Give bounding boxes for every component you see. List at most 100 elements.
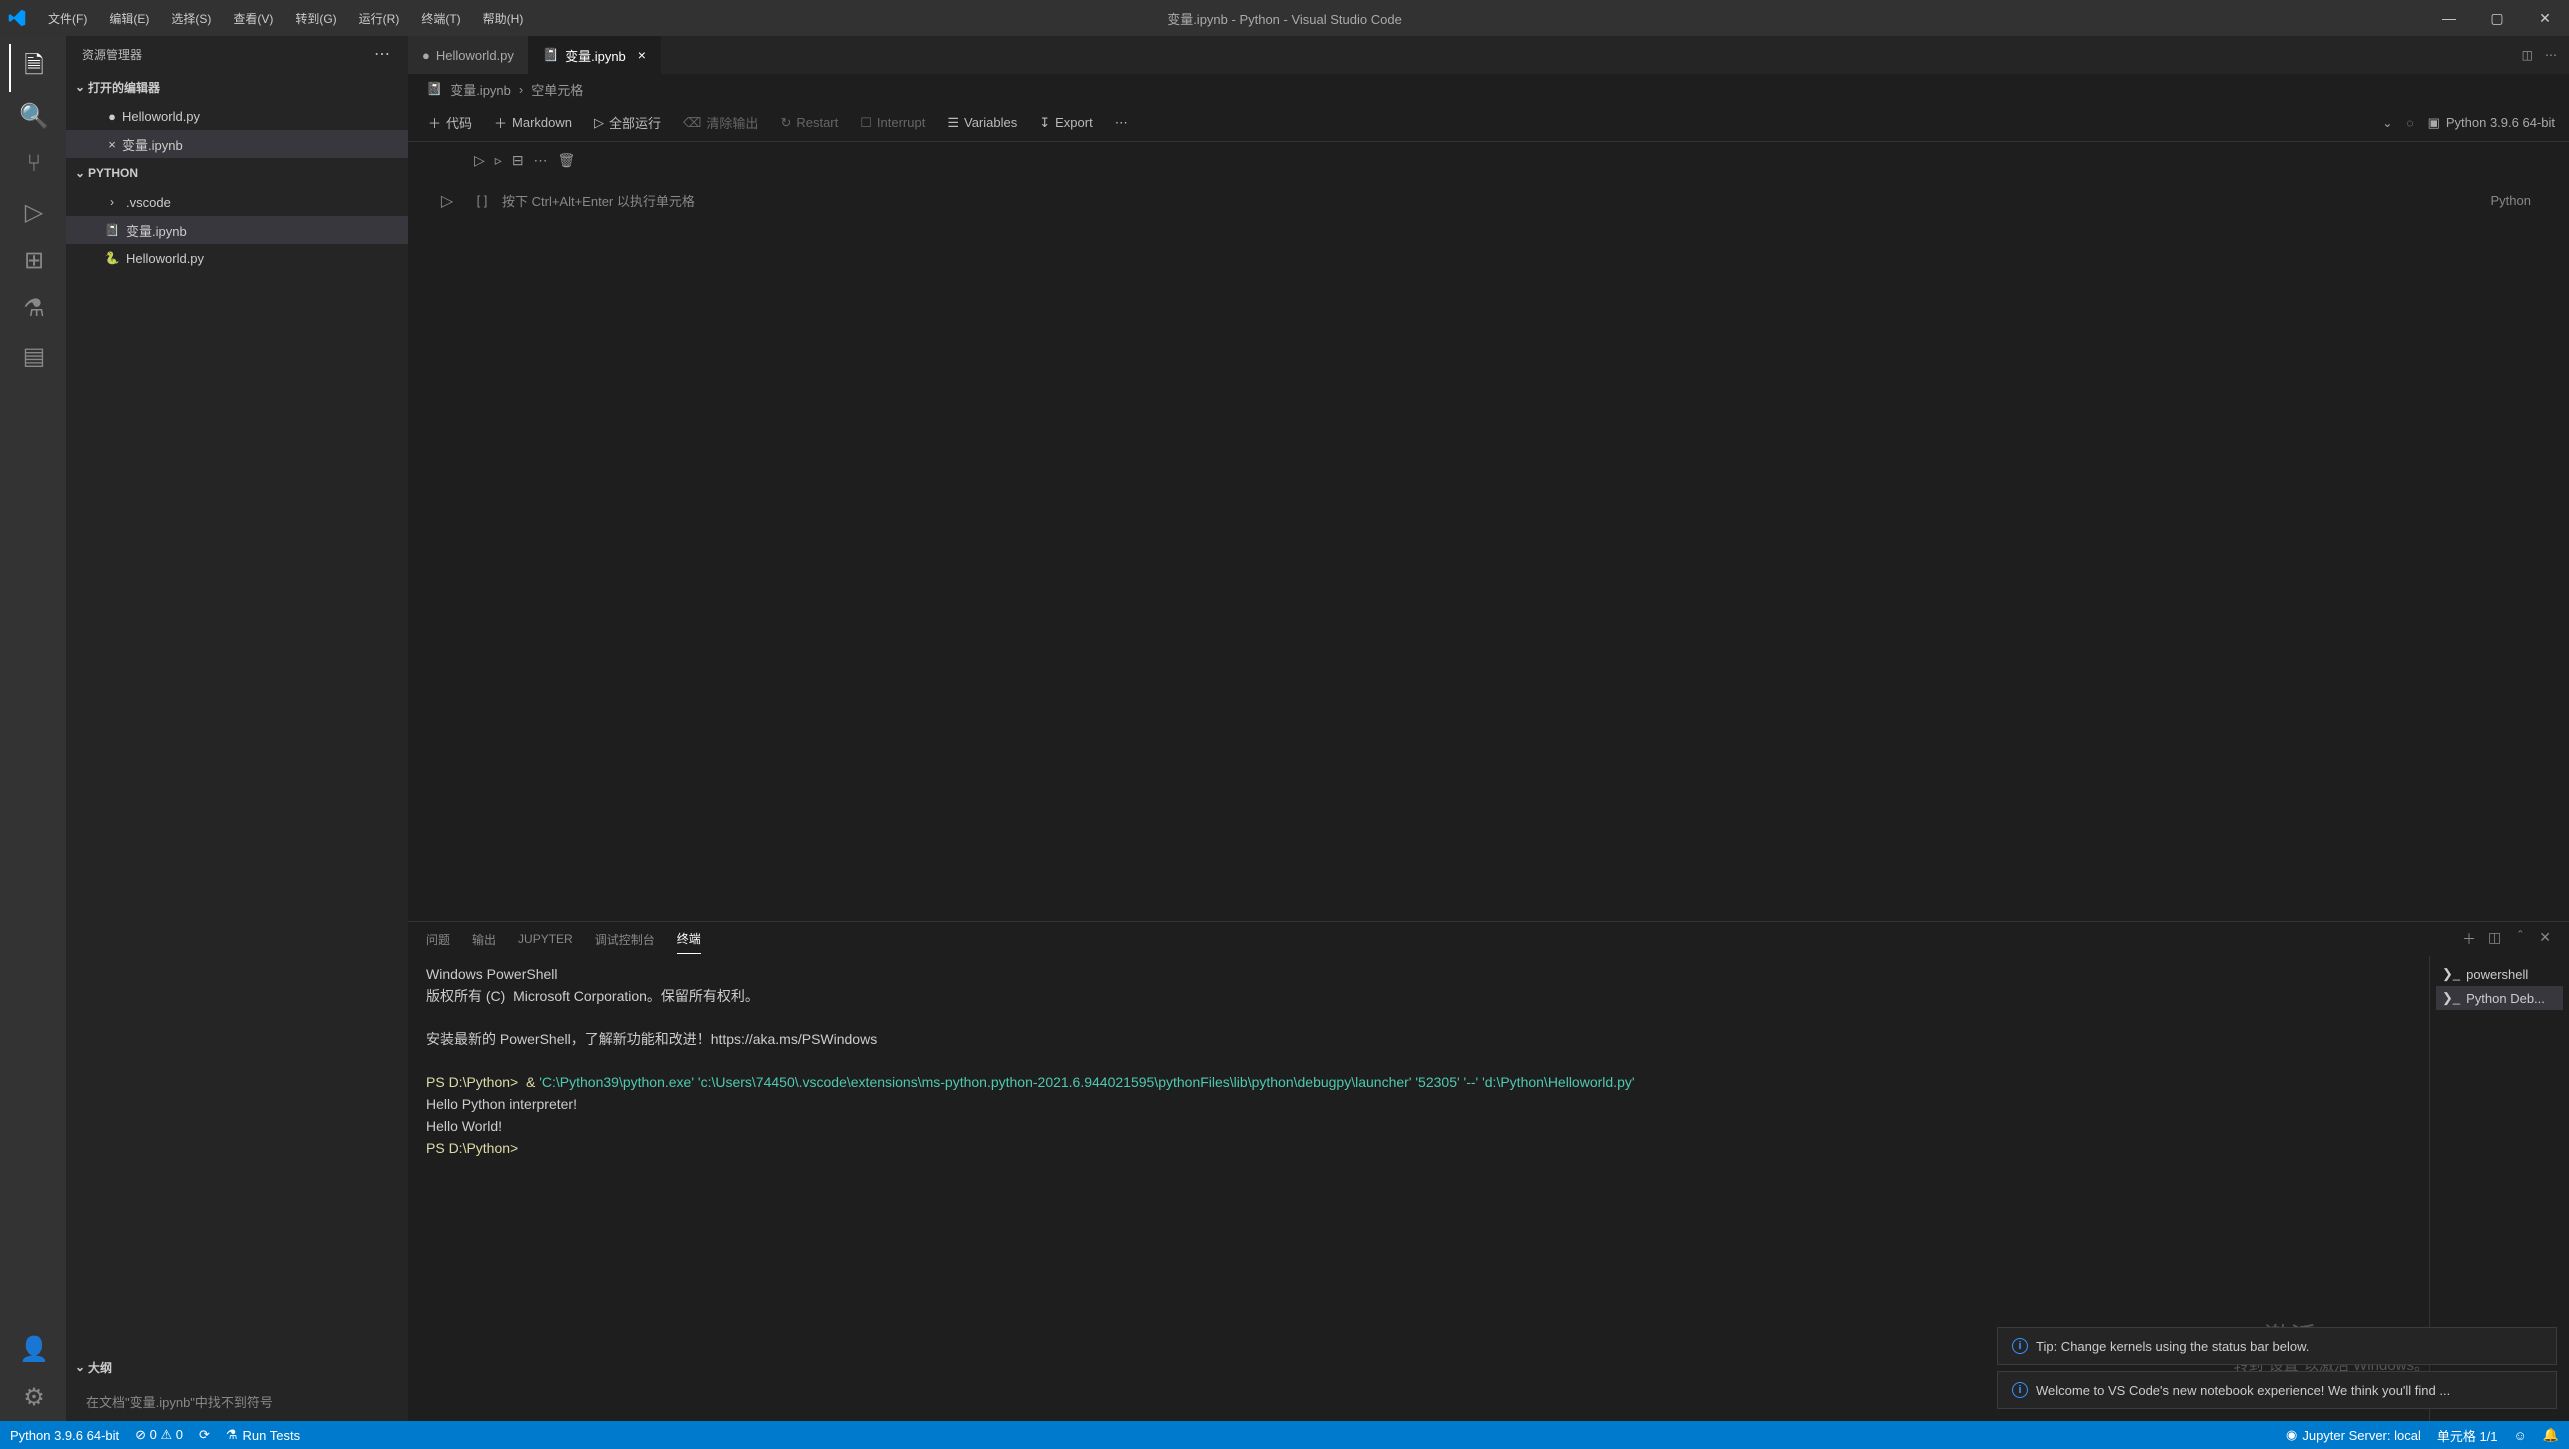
run-debug-icon[interactable]: ▷ xyxy=(9,188,57,236)
beaker-icon: ⚗ xyxy=(226,1427,238,1443)
panel-tab-output[interactable]: 输出 xyxy=(472,925,496,954)
restart-kernel-button[interactable]: ↻Restart xyxy=(774,111,844,135)
account-icon[interactable]: 👤 xyxy=(9,1325,57,1373)
notification-toast[interactable]: i Tip: Change kernels using the status b… xyxy=(1997,1327,2557,1365)
chevron-down-icon[interactable]: ⌄ xyxy=(2382,116,2392,130)
kernel-selector[interactable]: ▣ Python 3.9.6 64-bit xyxy=(2428,115,2555,131)
notebook-cell[interactable]: ▷ [ ] 按下 Ctrl+Alt+Enter 以执行单元格 Python xyxy=(408,179,2569,222)
notification-message: Welcome to VS Code's new notebook experi… xyxy=(2036,1383,2450,1398)
open-editor-label: 变量.ipynb xyxy=(122,135,183,154)
close-icon[interactable]: × xyxy=(102,137,122,152)
new-terminal-icon[interactable]: ＋ xyxy=(2462,923,2476,955)
close-button[interactable]: ✕ xyxy=(2521,0,2569,36)
restart-icon: ↻ xyxy=(780,115,791,131)
explorer-icon[interactable]: 🗎 xyxy=(9,44,57,92)
tree-item-label: Helloworld.py xyxy=(126,251,204,266)
open-editors-header[interactable]: ⌄打开的编辑器 xyxy=(66,72,408,102)
tree-item-label: .vscode xyxy=(126,195,171,210)
terminal-list-item[interactable]: ❯_Python Deb... xyxy=(2436,986,2563,1010)
breadcrumb[interactable]: 📓 变量.ipynb › 空单元格 xyxy=(408,74,2569,104)
breadcrumb-item[interactable]: 变量.ipynb xyxy=(450,80,511,99)
terminal-list-item[interactable]: ❯_powershell xyxy=(2436,962,2563,986)
panel-tab-problems[interactable]: 问题 xyxy=(426,925,450,954)
run-all-button[interactable]: ▷全部运行 xyxy=(588,109,667,136)
open-editor-label: Helloworld.py xyxy=(122,109,200,124)
status-run-tests[interactable]: ⚗Run Tests xyxy=(226,1427,300,1443)
panel-tab-terminal[interactable]: 终端 xyxy=(677,924,701,954)
panel-tab-jupyter[interactable]: JUPYTER xyxy=(518,926,573,952)
status-notifications-icon[interactable]: 🔔 xyxy=(2543,1427,2559,1443)
folder-item[interactable]: › .vscode xyxy=(66,188,408,216)
plus-icon: ＋ xyxy=(428,113,441,132)
cell-toolbar: ▷ ▹ ⊟ ⋯ 🗑 xyxy=(408,142,2569,179)
testing-icon[interactable]: ⚗ xyxy=(9,284,57,332)
status-feedback-icon[interactable]: ☺ xyxy=(2514,1428,2527,1443)
clear-output-button[interactable]: ⌫清除输出 xyxy=(677,109,764,136)
python-file-icon: 🐍 xyxy=(102,251,122,265)
maximize-button[interactable]: ▢ xyxy=(2473,0,2521,36)
stop-icon: ☐ xyxy=(860,115,872,131)
maximize-panel-icon[interactable]: ＾ xyxy=(2513,923,2527,955)
menu-view[interactable]: 查看(V) xyxy=(223,4,283,33)
cell-editor[interactable]: 按下 Ctrl+Alt+Enter 以执行单元格 xyxy=(502,183,2491,218)
extensions-icon[interactable]: ⊞ xyxy=(9,236,57,284)
source-control-icon[interactable]: ⑂ xyxy=(9,140,57,188)
close-icon[interactable]: × xyxy=(638,47,646,63)
menu-go[interactable]: 转到(G) xyxy=(285,4,346,33)
terminal-icon: ❯_ xyxy=(2442,990,2460,1006)
more-toolbar-icon[interactable]: ⋯ xyxy=(1109,111,1134,135)
variables-button[interactable]: ☰Variables xyxy=(941,111,1023,135)
jupyter-icon[interactable]: ▤ xyxy=(9,332,57,380)
split-cell-icon[interactable]: ⊟ xyxy=(512,152,524,169)
breadcrumb-item[interactable]: 空单元格 xyxy=(531,80,583,99)
split-terminal-icon[interactable]: ◫ xyxy=(2488,923,2501,955)
kernel-status-icon: ◌ xyxy=(2406,116,2413,130)
open-editor-item[interactable]: ● Helloworld.py xyxy=(66,102,408,130)
settings-gear-icon[interactable]: ⚙ xyxy=(9,1373,57,1421)
tab-label: Helloworld.py xyxy=(436,48,514,63)
menu-terminal[interactable]: 终端(T) xyxy=(411,4,470,33)
editor-tab[interactable]: ● Helloworld.py xyxy=(408,36,529,74)
split-editor-icon[interactable]: ◫ xyxy=(2522,48,2533,62)
minimize-button[interactable]: — xyxy=(2425,0,2473,36)
menu-file[interactable]: 文件(F) xyxy=(38,4,97,33)
more-actions-icon[interactable]: ⋯ xyxy=(2545,48,2557,62)
notification-toast[interactable]: i Welcome to VS Code's new notebook expe… xyxy=(1997,1371,2557,1409)
vscode-logo-icon xyxy=(0,9,34,27)
cell-more-icon[interactable]: ⋯ xyxy=(534,152,548,169)
menu-run[interactable]: 运行(R) xyxy=(349,4,410,33)
menu-edit[interactable]: 编辑(E) xyxy=(99,4,159,33)
status-python-version[interactable]: Python 3.9.6 64-bit xyxy=(10,1428,119,1443)
file-item[interactable]: 📓 变量.ipynb xyxy=(66,216,408,244)
project-header[interactable]: ⌄PYTHON xyxy=(66,158,408,188)
interrupt-kernel-button[interactable]: ☐Interrupt xyxy=(854,111,931,135)
notifications: i Tip: Change kernels using the status b… xyxy=(1997,1327,2557,1409)
notebook-cells: ▷ ▹ ⊟ ⋯ 🗑 ▷ [ ] 按下 Ctrl+Alt+Enter 以执行单元格… xyxy=(408,142,2569,921)
search-icon[interactable]: 🔍 xyxy=(9,92,57,140)
status-problems[interactable]: ⊘ 0 ⚠ 0 xyxy=(135,1427,183,1443)
open-editor-item[interactable]: × 变量.ipynb xyxy=(66,130,408,158)
panel-tabs: 问题 输出 JUPYTER 调试控制台 终端 ＋ ◫ ＾ ✕ xyxy=(408,922,2569,956)
file-item[interactable]: 🐍 Helloworld.py xyxy=(66,244,408,272)
export-button[interactable]: ↧Export xyxy=(1033,111,1098,135)
outline-header[interactable]: ⌄大纲 xyxy=(66,1352,408,1382)
run-by-line-icon[interactable]: ▹ xyxy=(495,152,502,169)
status-sync-icon[interactable]: ⟳ xyxy=(199,1427,210,1443)
menu-selection[interactable]: 选择(S) xyxy=(161,4,221,33)
sidebar-title: 资源管理器 ⋯ xyxy=(66,36,408,72)
cell-language-label[interactable]: Python xyxy=(2491,193,2545,208)
editor-tab[interactable]: 📓 变量.ipynb × xyxy=(529,36,661,74)
run-cell-gutter-icon[interactable]: ▷ xyxy=(432,191,462,211)
close-panel-icon[interactable]: ✕ xyxy=(2539,923,2551,955)
add-markdown-cell-button[interactable]: ＋Markdown xyxy=(488,109,578,136)
add-code-cell-button[interactable]: ＋代码 xyxy=(422,109,478,136)
sidebar-more-icon[interactable]: ⋯ xyxy=(374,44,392,64)
delete-cell-icon[interactable]: 🗑 xyxy=(558,152,576,169)
run-cell-icon[interactable]: ▷ xyxy=(474,152,485,169)
status-cell-position[interactable]: 单元格 1/1 xyxy=(2437,1426,2498,1445)
panel-tab-debug-console[interactable]: 调试控制台 xyxy=(595,925,655,954)
terminal-icon: ❯_ xyxy=(2442,966,2460,982)
status-jupyter-server[interactable]: ◉Jupyter Server: local xyxy=(2286,1427,2421,1443)
clear-icon: ⌫ xyxy=(683,115,701,131)
menu-help[interactable]: 帮助(H) xyxy=(473,4,534,33)
